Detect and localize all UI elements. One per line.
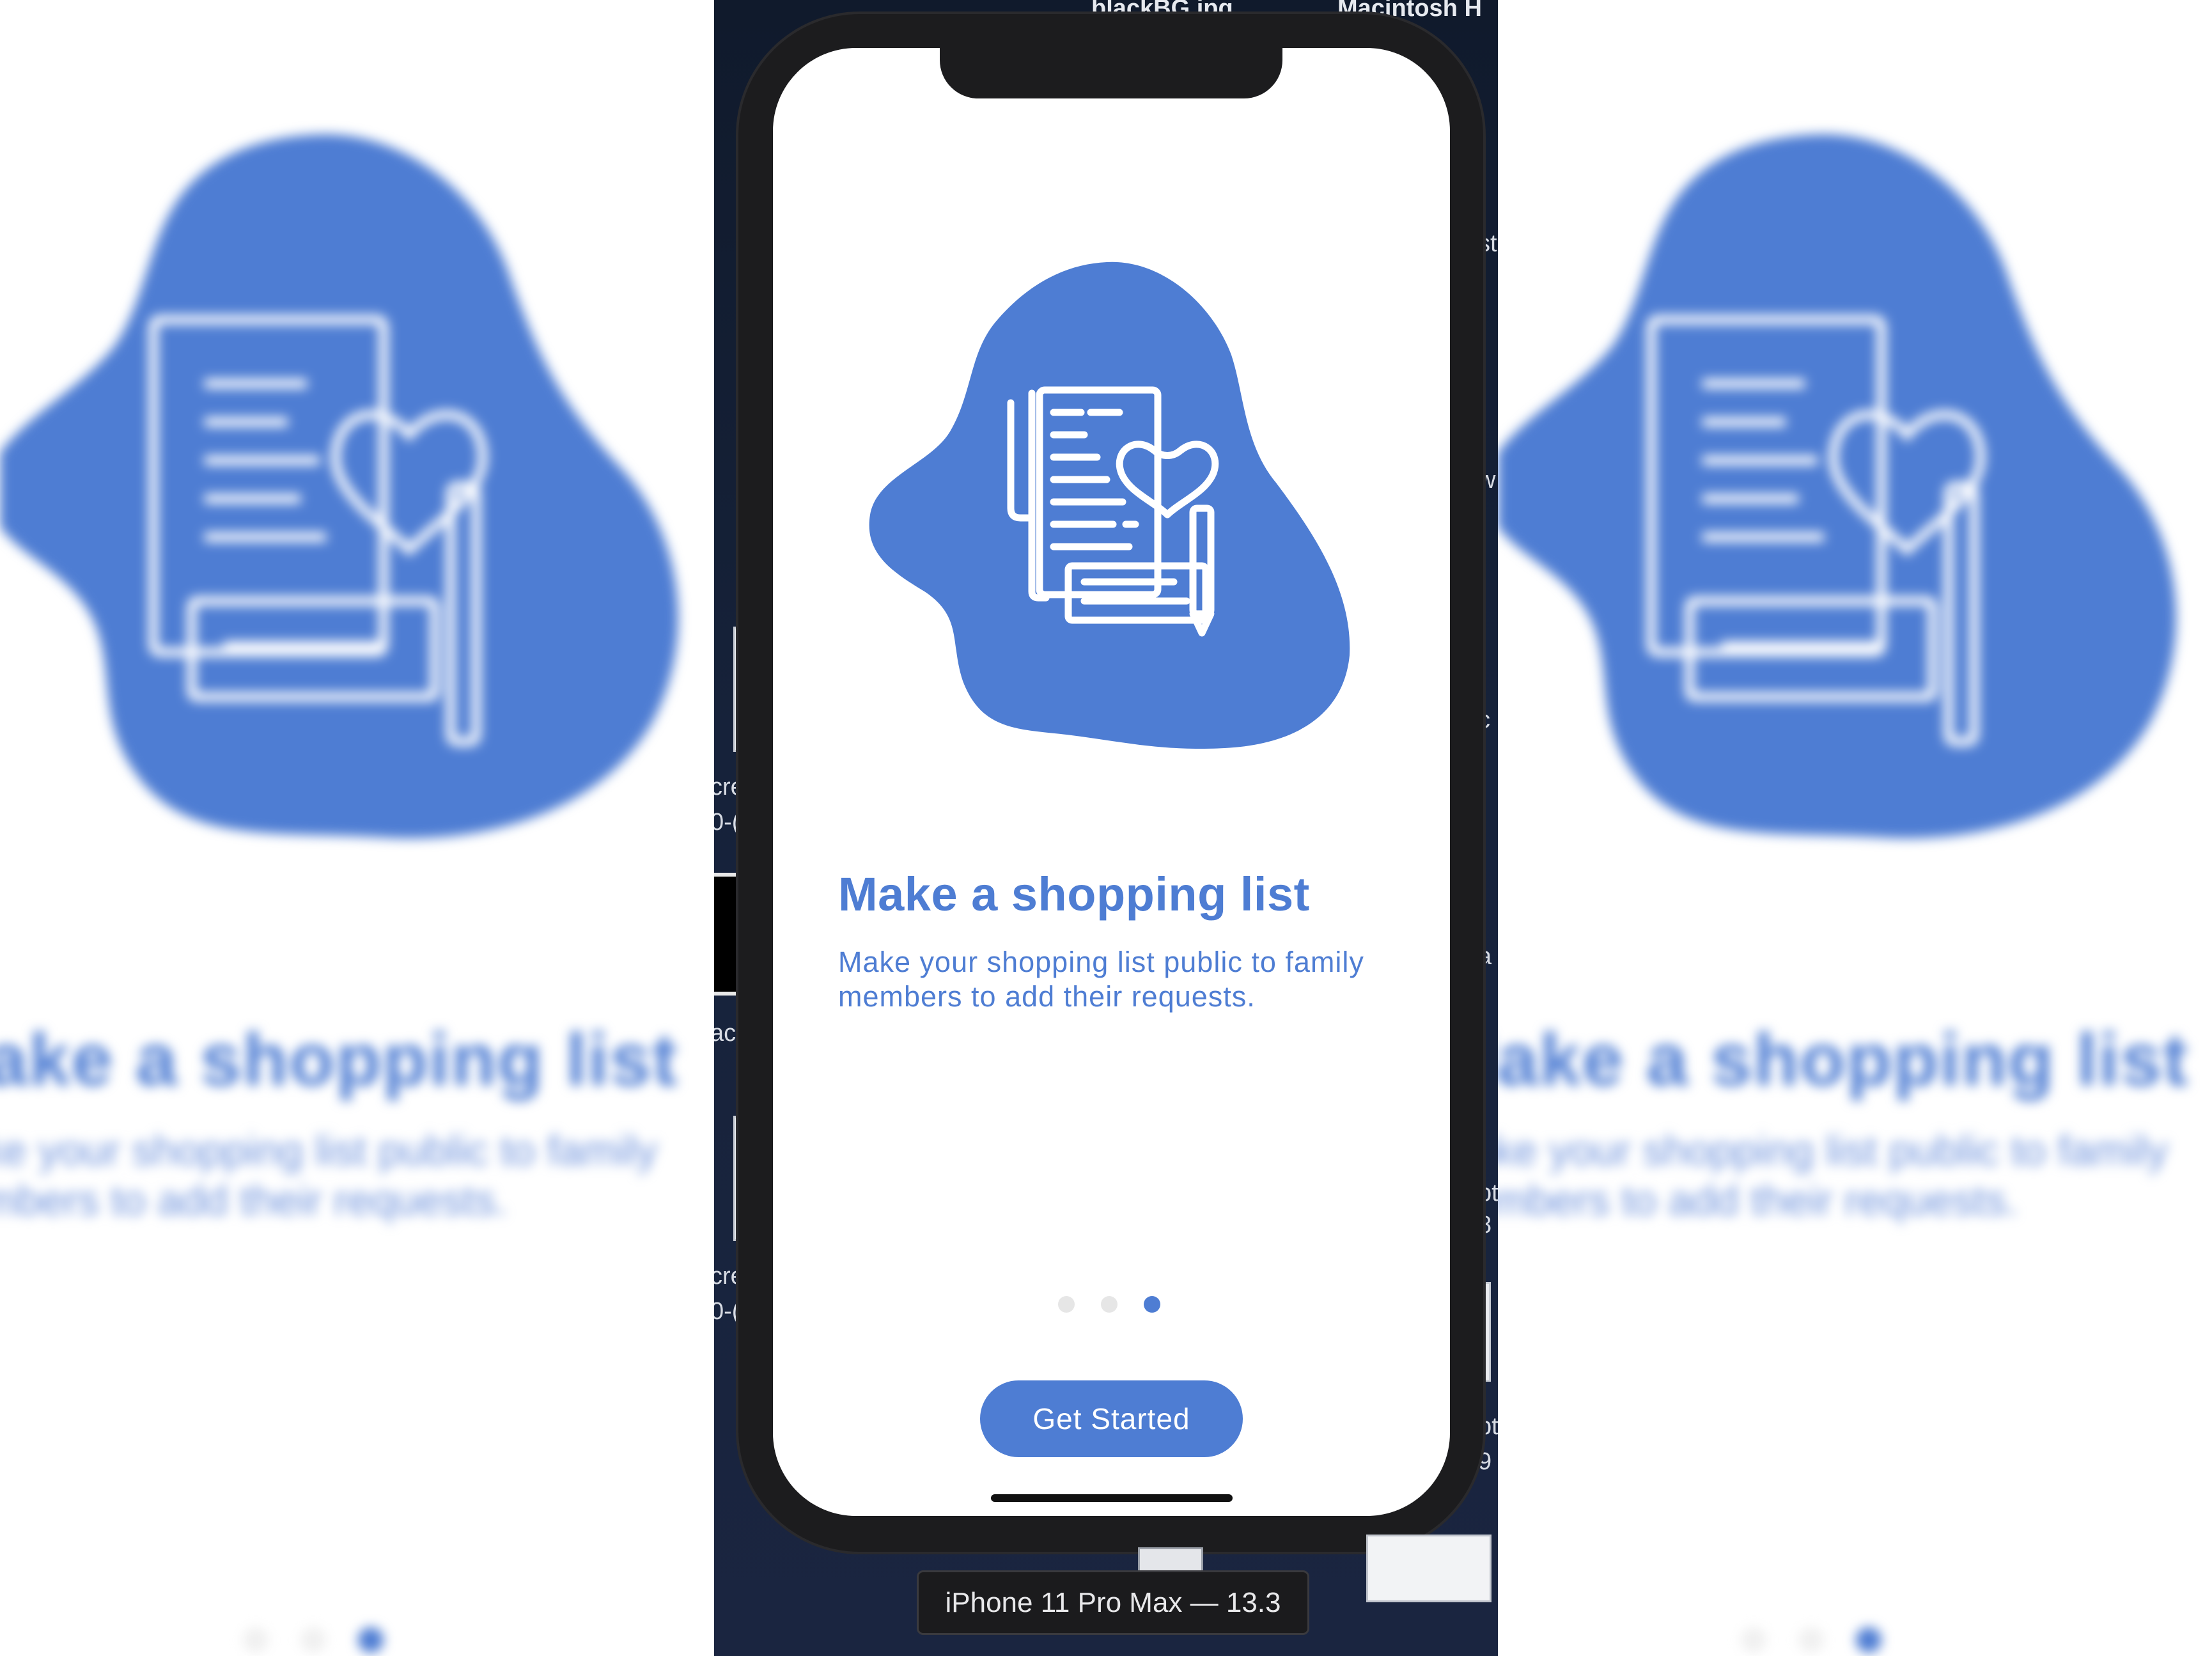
page-indicator[interactable]: [1058, 1296, 1160, 1315]
desktop-text-fragment: ac: [714, 1020, 736, 1047]
desktop-text-fragment: 0-(: [714, 809, 740, 836]
get-started-button[interactable]: Get Started: [980, 1380, 1243, 1457]
blurred-subtitle-left: Make your shopping list public to family…: [0, 1127, 658, 1224]
blurred-title-right: Make a shopping list: [1498, 1018, 2189, 1101]
desktop-file-thumbnail[interactable]: [1366, 1535, 1492, 1602]
shopping-list-heart-icon: [869, 262, 1350, 749]
blurred-background-right: Make a shopping list Make your shopping …: [1498, 0, 2212, 1656]
phone-notch: [940, 46, 1282, 98]
page-dot-2[interactable]: [1101, 1296, 1118, 1313]
page-dot-3-active[interactable]: [1144, 1296, 1160, 1313]
blob-illustration-blurred-right: [1498, 134, 2176, 839]
page-dot-1[interactable]: [1058, 1296, 1075, 1313]
desktop-text-fragment: 0-(: [714, 1298, 740, 1325]
blurred-subtitle-right: Make your shopping list public to family…: [1498, 1127, 2169, 1224]
blurred-background-left: Make a shopping list Make your shopping …: [0, 0, 714, 1656]
home-indicator[interactable]: [991, 1494, 1233, 1502]
blob-illustration-blurred-left: [0, 134, 678, 839]
blurred-title-left: Make a shopping list: [0, 1018, 678, 1101]
simulator-device-label: iPhone 11 Pro Max — 13.3: [917, 1570, 1309, 1635]
onboarding-subtitle: Make your shopping list public to family…: [838, 946, 1364, 1013]
onboarding-title: Make a shopping list: [838, 868, 1310, 921]
